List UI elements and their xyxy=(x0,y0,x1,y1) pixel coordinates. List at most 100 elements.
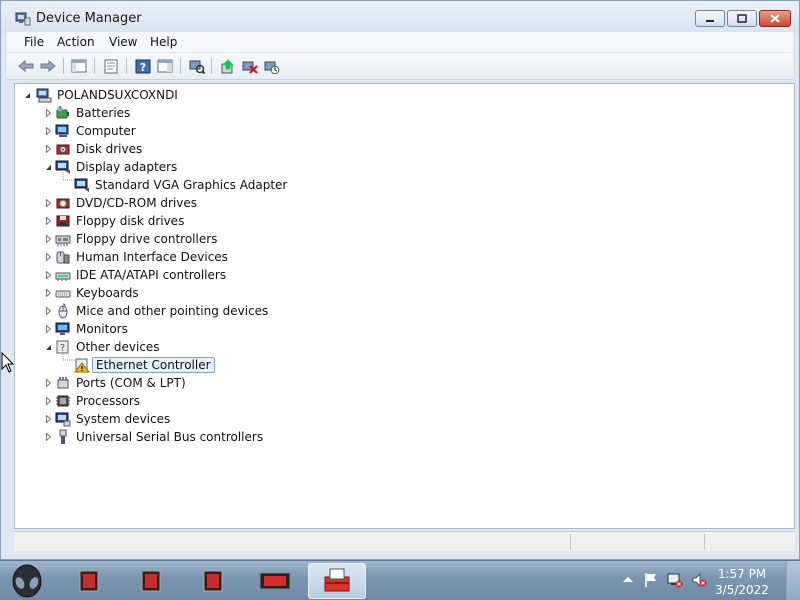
show-hidden-icons-chevron-icon[interactable] xyxy=(620,572,636,588)
show-hide-console-tree-button[interactable] xyxy=(69,57,89,75)
collapse-triangle-icon xyxy=(24,92,30,98)
network-disconnected-icon[interactable] xyxy=(667,572,683,588)
expand-toggle[interactable] xyxy=(44,415,52,423)
taskbar-app-3[interactable] xyxy=(184,563,242,599)
collapse-toggle[interactable] xyxy=(44,163,52,171)
back-arrow-icon xyxy=(18,59,34,73)
expand-toggle[interactable] xyxy=(44,325,52,333)
maximize-button[interactable] xyxy=(727,10,757,27)
tree-item[interactable]: Processors xyxy=(55,392,143,410)
floppy-disk-icon xyxy=(56,215,70,227)
expand-triangle-icon xyxy=(45,127,51,135)
menu-action[interactable]: Action xyxy=(57,35,95,49)
minimize-button[interactable] xyxy=(695,10,725,27)
taskbar-device-manager[interactable] xyxy=(308,563,366,599)
start-button-alien-icon[interactable] xyxy=(8,563,46,599)
tree-item[interactable]: IDE ATA/ATAPI controllers xyxy=(55,266,229,284)
update-driver-icon xyxy=(221,58,235,73)
processor-icon xyxy=(56,395,70,407)
taskbar-app-2[interactable] xyxy=(122,563,180,599)
expand-toggle[interactable] xyxy=(44,127,52,135)
tree-item[interactable]: Floppy disk drives xyxy=(55,212,187,230)
tree-item[interactable]: Human Interface Devices xyxy=(55,248,231,266)
warning-device-icon xyxy=(74,358,90,373)
collapse-toggle[interactable] xyxy=(44,343,52,351)
tree-child-item[interactable]: Standard VGA Graphics Adapter xyxy=(74,176,290,194)
toolbar-separator xyxy=(63,58,64,74)
tree-item[interactable]: Ports (COM & LPT) xyxy=(55,374,189,392)
toolbar-separator xyxy=(211,58,212,74)
expand-toggle[interactable] xyxy=(44,235,52,243)
tree-item[interactable]: System devices xyxy=(55,410,173,428)
expand-triangle-icon xyxy=(45,433,51,441)
collapse-toggle[interactable] xyxy=(23,91,31,99)
computer-root-icon xyxy=(36,88,52,103)
expand-toggle[interactable] xyxy=(44,433,52,441)
tree-item[interactable]: Disk drives xyxy=(55,140,145,158)
update-driver-button[interactable] xyxy=(218,57,238,75)
back-button[interactable] xyxy=(16,57,36,75)
forward-button[interactable] xyxy=(38,57,58,75)
expand-toggle[interactable] xyxy=(44,145,52,153)
tree-child-label: Standard VGA Graphics Adapter xyxy=(95,178,288,192)
tree-item-label: DVD/CD-ROM drives xyxy=(76,196,198,210)
scan-hardware-icon xyxy=(189,60,205,74)
graphics-app-icon xyxy=(259,572,291,590)
tree-item[interactable]: Batteries xyxy=(55,104,133,122)
expand-triangle-icon xyxy=(45,253,51,261)
expand-toggle[interactable] xyxy=(44,289,52,297)
tree-item-label: Human Interface Devices xyxy=(76,250,228,264)
expand-triangle-icon xyxy=(45,379,51,387)
maximize-icon xyxy=(737,14,747,23)
tree-item[interactable]: Mice and other pointing devices xyxy=(55,302,271,320)
toolbar-separator xyxy=(94,58,95,74)
show-desktop-button[interactable] xyxy=(786,561,800,600)
usb-icon xyxy=(59,429,67,444)
expand-toggle[interactable] xyxy=(44,199,52,207)
show-action-pane-button[interactable] xyxy=(155,57,175,75)
tree-root[interactable]: POLANDSUXCOXNDI xyxy=(36,86,181,104)
tree-item[interactable]: DVD/CD-ROM drives xyxy=(55,194,200,212)
help-button[interactable]: ? xyxy=(133,57,153,75)
tree-item[interactable]: Floppy drive controllers xyxy=(55,230,220,248)
uninstall-button[interactable] xyxy=(240,57,260,75)
tree-item[interactable]: Keyboards xyxy=(55,284,142,302)
tree-child-item[interactable]: Ethernet Controller xyxy=(74,356,215,374)
taskbar-app-4[interactable] xyxy=(246,563,304,599)
tree-item-label: Computer xyxy=(76,124,136,138)
menu-view[interactable]: View xyxy=(109,35,137,49)
action-center-flag-icon[interactable] xyxy=(643,572,659,588)
expand-toggle[interactable] xyxy=(44,271,52,279)
scan-hardware-changes-button[interactable] xyxy=(187,57,207,75)
menu-file[interactable]: File xyxy=(24,35,44,49)
computer-icon xyxy=(55,124,69,137)
disable-device-icon xyxy=(264,61,280,74)
hid-icon xyxy=(56,251,70,264)
device-tree[interactable]: POLANDSUXCOXNDI Batteries Computer Disk dri… xyxy=(14,83,795,529)
tree-item-label: Universal Serial Bus controllers xyxy=(76,430,264,444)
expand-toggle[interactable] xyxy=(44,397,52,405)
close-button[interactable] xyxy=(759,10,791,27)
taskbar-app-1[interactable] xyxy=(60,563,118,599)
disable-device-button[interactable] xyxy=(262,57,282,75)
expand-toggle[interactable] xyxy=(44,379,52,387)
device-manager-app-icon xyxy=(15,12,31,26)
properties-button[interactable] xyxy=(101,57,121,75)
system-clock[interactable]: 1:57 PM 3/5/2022 xyxy=(706,566,778,598)
title-bar[interactable]: Device Manager xyxy=(1,1,799,34)
expand-toggle[interactable] xyxy=(44,307,52,315)
console-tree-icon xyxy=(71,59,87,73)
expand-toggle[interactable] xyxy=(44,109,52,117)
collapse-triangle-icon xyxy=(45,164,51,170)
tree-item[interactable]: Computer xyxy=(55,122,139,140)
expand-toggle[interactable] xyxy=(44,253,52,261)
tree-item[interactable]: Monitors xyxy=(55,320,131,338)
forward-arrow-icon xyxy=(40,59,56,73)
menu-help[interactable]: Help xyxy=(150,35,177,49)
expand-toggle[interactable] xyxy=(44,217,52,225)
monitor-icon xyxy=(55,322,70,335)
tree-item[interactable]: Universal Serial Bus controllers xyxy=(55,428,266,446)
tree-connector-line xyxy=(62,350,74,361)
volume-muted-icon[interactable] xyxy=(691,572,707,588)
tree-item-label: System devices xyxy=(76,412,171,426)
